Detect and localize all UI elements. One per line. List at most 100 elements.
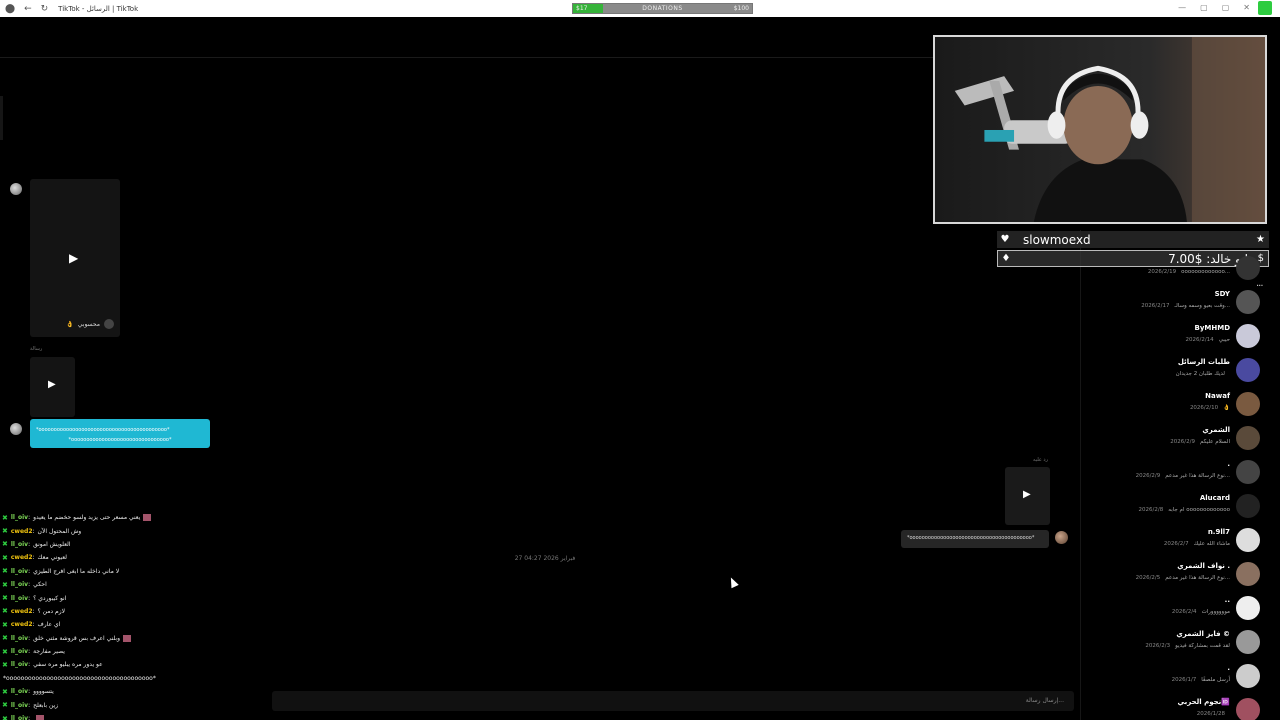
close-icon[interactable]: ✕	[1243, 3, 1250, 12]
conversation-item[interactable]: 2026/2/19 ooooooooooooo...	[1090, 254, 1270, 284]
window-controls: — ▢ ▢ ✕	[1178, 3, 1250, 12]
sent-message-bubble[interactable]: *ooooooooooooooooooooooooooooooooooooooo…	[30, 419, 210, 448]
conversation-avatar	[1236, 256, 1260, 280]
chat-username: ll_oiv	[10, 514, 29, 522]
chat-username: ll_oiv	[10, 715, 29, 720]
message-input-placeholder: إرسال رسالة...	[1025, 697, 1064, 704]
video-author-avatar	[104, 319, 114, 329]
conversation-item[interactable]: . 2026/1/7 أرسل ملصقًا	[1090, 662, 1270, 692]
conversation-preview: السلام عليكم	[1199, 439, 1230, 445]
chat-text: اي عارف	[37, 621, 61, 629]
play-icon[interactable]: ▶	[69, 251, 78, 265]
chat-username: ll_oiv	[10, 661, 29, 669]
received-message-bubble[interactable]: *ooooooooooooooooooooooooooooooooooooooo…	[901, 530, 1049, 548]
chat-username: cwed2	[10, 527, 33, 535]
conversation-avatar	[1236, 494, 1260, 518]
play-icon[interactable]: ▶	[1023, 489, 1031, 500]
minimize-icon[interactable]: —	[1178, 3, 1186, 12]
play-icon[interactable]: ▶	[48, 379, 56, 390]
tiktok-badge-icon: ✖	[2, 714, 8, 720]
conversation-avatar	[1236, 528, 1260, 552]
tiktok-badge-icon: ✖	[2, 567, 8, 576]
conversation-item[interactable]: Nawaf 2026/2/10 👌	[1090, 390, 1270, 420]
shared-video-card[interactable]: ▶ 👌 محسوبي	[30, 179, 120, 337]
conversation-avatar	[1236, 392, 1260, 416]
chat-username: ll_oiv	[10, 540, 29, 548]
webcam-image	[935, 37, 1265, 222]
donation-goal: $100	[733, 5, 749, 12]
shared-video-card-small[interactable]: ▶	[30, 357, 75, 417]
conversation-date: 2026/2/7	[1163, 541, 1189, 547]
chat-text: يتسوووو	[33, 688, 54, 696]
chat-username: cwed2	[10, 554, 33, 562]
tiktok-badge-icon: ✖	[2, 634, 8, 643]
tiktok-badge-icon: ✖	[2, 594, 8, 603]
conversation-date: 2026/2/3	[1145, 643, 1171, 649]
conversation-item[interactable]: Alucard 2026/2/8 ام جابه ooooooooooooo	[1090, 492, 1270, 522]
chat-text: لا ماني داخله ما ابغى افرج الطيزي	[33, 567, 120, 575]
message-input[interactable]: إرسال رسالة...	[272, 691, 1074, 711]
conversation-name: n.9ll7	[1207, 528, 1230, 536]
window-title: TikTok - الرسائل | TikTok	[58, 4, 139, 13]
conversation-item[interactable]: طلبات الرسائل لديك طلبان 2 جديدان	[1090, 356, 1270, 386]
receiver-avatar[interactable]	[1055, 531, 1068, 544]
back-arrow-icon[interactable]: ←	[24, 4, 32, 14]
chat-text: العلويش امونق	[33, 540, 71, 548]
conversation-item[interactable]: . 2026/2/9 نوع الرسالة هذا غير مدعم...	[1090, 458, 1270, 488]
conversation-item[interactable]: n.9ll7 2026/2/7 ماشاء الله عليك	[1090, 526, 1270, 556]
chat-username: ll_oiv	[10, 567, 29, 575]
conversation-meta: 2026/2/3 لقد قمت بمشاركة فيديو	[1145, 643, 1230, 649]
conversation-name: .	[1227, 664, 1230, 672]
conversation-item[interactable]: SDY 2026/2/17 وقت بعيو وسمه وسالـ...	[1090, 288, 1270, 318]
conversation-item[interactable]: نواف الشمري . 2026/2/5 نوع الرسالة هذا غير…	[1090, 560, 1270, 590]
conversation-meta: 2026/2/9 السلام عليكم	[1170, 439, 1230, 445]
conversation-meta: 2026/2/8 ام جابه ooooooooooooo	[1139, 507, 1230, 513]
conversation-avatar	[1236, 630, 1260, 654]
maximize-icon[interactable]: ▢	[1222, 3, 1230, 12]
stream-chat-overlay: ✖ ll_oiv : يعني مسعر حتى يزيد ولسو حخضم ما…	[0, 511, 180, 720]
chat-message: *ooooooooooooooooooooooooooooooooooooooo…	[0, 672, 180, 685]
chat-separator: :	[32, 554, 35, 562]
conversation-date: 2026/1/7	[1171, 677, 1197, 683]
chat-text: عو يدور مره يبليو مره سفي	[33, 661, 103, 669]
conversation-item[interactable]: الشمري 2026/2/9 السلام عليكم	[1090, 424, 1270, 454]
chat-text: احكي	[33, 581, 47, 589]
conversation-avatar	[1236, 664, 1260, 688]
conversation-name: نجوم الحربي🆔	[1177, 698, 1231, 706]
chat-message: ✖ ll_oiv :	[0, 712, 180, 720]
chat-text: زين بابعلح	[33, 701, 59, 709]
received-video-card[interactable]: ▶	[1005, 467, 1050, 525]
restore-icon[interactable]: ▢	[1200, 3, 1208, 12]
conversation-meta: 2026/2/9 نوع الرسالة هذا غير مدعم...	[1136, 473, 1230, 479]
sender-avatar[interactable]	[10, 423, 22, 435]
conversation-avatar	[1236, 562, 1260, 586]
conversation-preview: حيبي	[1218, 337, 1230, 343]
emote-icon	[143, 514, 152, 522]
conversation-meta: 2026/2/10 👌	[1190, 405, 1230, 411]
conversation-date: 2026/2/9	[1135, 473, 1161, 479]
conversation-item[interactable]: .. 2026/2/4 موووووورات	[1090, 594, 1270, 624]
tiktok-badge-icon: ✖	[2, 513, 8, 522]
chat-message: ✖ ll_oiv : العلويش امونق	[0, 538, 180, 551]
chat-message: ✖ cwed2 : اي عارف	[0, 618, 180, 631]
conversation-item[interactable]: ByMHMD 2026/2/14 حيبي	[1090, 322, 1270, 352]
conversation-item[interactable]: نجوم الحربي🆔 2026/1/28	[1090, 696, 1270, 720]
tiktok-badge-icon: ✖	[2, 580, 8, 589]
conversation-item[interactable]: فايز الشمري © 2026/2/3 لقد قمت بمشاركة فيد…	[1090, 628, 1270, 658]
chat-username: cwed2	[10, 607, 33, 615]
conversation-preview: ام جابه ooooooooooooo	[1168, 507, 1230, 513]
conversation-date: 2026/2/17	[1141, 303, 1170, 309]
app-icon: ⬤	[5, 3, 16, 14]
conversation-preview: أرسل ملصقًا	[1201, 677, 1230, 683]
chat-message: ✖ ll_oiv : وبلني اعرف بس قروشة مثني خلق	[0, 632, 180, 645]
sender-avatar[interactable]	[10, 183, 22, 195]
chat-message: ✖ ll_oiv : لا ماني داخله ما ابغى افرج الطي…	[0, 565, 180, 578]
conversation-name: SDY	[1214, 290, 1230, 298]
conversation-avatar	[1236, 426, 1260, 450]
drop-icon: ♦	[1001, 253, 1011, 264]
conversation-avatar	[1236, 290, 1260, 314]
conversation-name: ..	[1224, 596, 1230, 604]
refresh-icon[interactable]: ↻	[41, 4, 49, 14]
chat-message: ✖ ll_oiv : انو كيبوردي ؟	[0, 591, 180, 604]
more-options-icon[interactable]: ···	[1256, 281, 1263, 292]
